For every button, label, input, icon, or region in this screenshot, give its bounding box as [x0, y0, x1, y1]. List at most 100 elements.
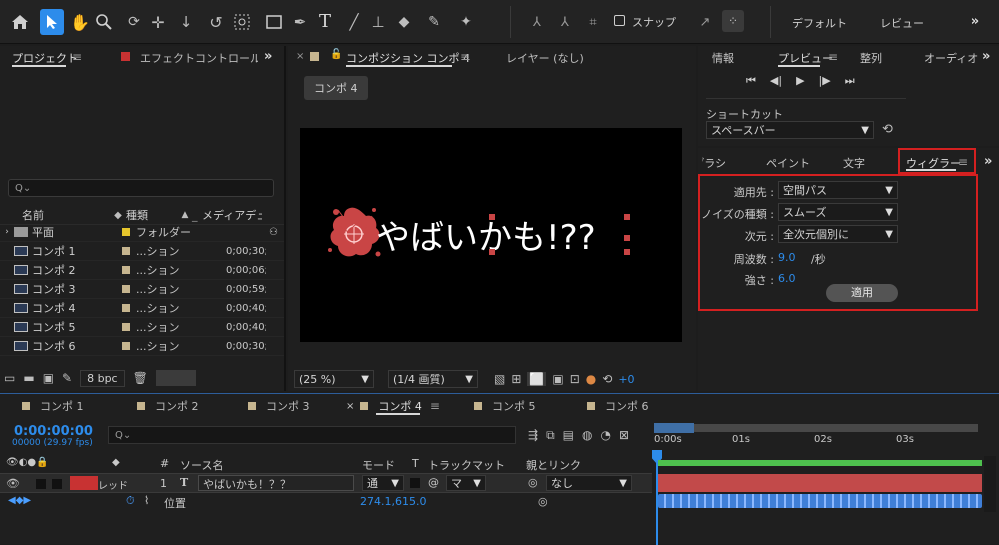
- more-panels-icon[interactable]: »: [982, 49, 990, 64]
- time-ruler[interactable]: 0:00s 01s 02s 03s: [654, 422, 982, 454]
- panel-menu-icon[interactable]: ≡: [72, 50, 82, 64]
- project-search-input[interactable]: Q⌄: [8, 179, 274, 197]
- col-name[interactable]: 名前: [22, 207, 110, 223]
- composition-canvas[interactable]: やばいかも!??: [300, 128, 682, 342]
- project-item[interactable]: コンポ 4 ...ション 0;00;40;: [0, 299, 284, 318]
- canvas-text-layer[interactable]: やばいかも!??: [376, 210, 596, 259]
- project-item[interactable]: コンポ 1 ...ション 0;00;30;: [0, 242, 284, 261]
- shortcut-dropdown[interactable]: スペースバー ▼: [706, 121, 874, 139]
- type-tool-icon[interactable]: T: [314, 10, 336, 32]
- keyframe-nav-icon[interactable]: ◀◆▶: [8, 495, 31, 506]
- world-axis-icon[interactable]: ⅄: [556, 12, 574, 32]
- reset-exposure-icon[interactable]: ⟲: [602, 372, 612, 386]
- mask-path-icon[interactable]: ⬜: [527, 372, 547, 386]
- tab-character[interactable]: 文字: [843, 155, 865, 171]
- snap-checkbox[interactable]: [614, 15, 625, 26]
- anchor-point-tool-icon[interactable]: [232, 12, 252, 32]
- panel-menu-icon[interactable]: ≡: [828, 50, 838, 64]
- text-bbox-handle[interactable]: [624, 249, 630, 255]
- hand-tool-icon[interactable]: ✋: [70, 12, 90, 32]
- reset-shortcut-icon[interactable]: ⟲: [882, 122, 893, 137]
- tab-effect-controls[interactable]: エフェクトコントロール やば: [140, 50, 258, 66]
- parent-col[interactable]: 親とリンク: [526, 457, 581, 473]
- stopwatch-icon[interactable]: ⏱: [126, 494, 135, 508]
- project-item[interactable]: コンポ 6 ...ション 0;00;30;: [0, 337, 284, 356]
- bpc-button[interactable]: 8 bpc: [80, 369, 125, 387]
- first-frame-icon[interactable]: ⏮: [746, 74, 756, 88]
- close-tab-icon[interactable]: ×: [346, 401, 354, 412]
- timeline-tab[interactable]: コンポ 5: [474, 398, 536, 414]
- quality-dropdown[interactable]: (1/4 画質) ▼: [388, 370, 478, 388]
- panel-menu-icon[interactable]: ≡: [430, 399, 440, 413]
- brush-tool-icon[interactable]: ╱: [344, 12, 364, 32]
- frame-blending-icon[interactable]: ◍: [582, 428, 592, 443]
- col-media[interactable]: メディアデュ: [202, 207, 262, 223]
- panel-menu-icon[interactable]: ≡: [460, 50, 470, 64]
- zoom-tool-icon[interactable]: [94, 12, 114, 32]
- layer-track-bar[interactable]: [658, 474, 982, 492]
- interpret-footage-icon[interactable]: ▭: [4, 371, 15, 385]
- exposure-value[interactable]: +0: [618, 373, 634, 386]
- work-area-start[interactable]: [654, 423, 694, 433]
- draft-3d-icon[interactable]: ⧉: [546, 428, 555, 443]
- prev-frame-icon[interactable]: ◀|: [770, 74, 782, 88]
- project-item[interactable]: コンポ 3 ...ション 0;00;59;: [0, 280, 284, 299]
- graph-icon[interactable]: ⌇: [144, 494, 149, 507]
- layer-label-color[interactable]: [70, 476, 98, 490]
- project-item[interactable]: コンポ 5 ...ション 0;00;40;: [0, 318, 284, 337]
- workspace-review[interactable]: レビュー: [880, 15, 924, 31]
- noise-type-dropdown[interactable]: スムーズ ▼: [778, 203, 898, 221]
- frequency-value[interactable]: 9.0: [778, 251, 796, 264]
- new-folder-icon[interactable]: ▬: [23, 371, 34, 385]
- more-panels-icon[interactable]: »: [984, 154, 992, 169]
- shy-layers-icon[interactable]: ▤: [563, 428, 574, 443]
- adjust-icon[interactable]: ✎: [62, 371, 72, 385]
- tab-project[interactable]: プロジェクト: [12, 50, 78, 66]
- eye-icon[interactable]: 👁: [6, 477, 20, 490]
- channel-icon[interactable]: ●: [586, 372, 596, 386]
- current-timecode[interactable]: 0:00:00:00: [14, 424, 93, 439]
- tab-info[interactable]: 情報: [712, 50, 734, 66]
- text-bbox-handle[interactable]: [624, 214, 630, 220]
- snap-option-icon[interactable]: ↗: [696, 12, 714, 32]
- comp-mini-flowchart-icon[interactable]: ⇶: [528, 428, 538, 443]
- expression-pickwhip-icon[interactable]: ◎: [538, 495, 548, 508]
- trackmatte-dropdown[interactable]: マ ▼: [446, 475, 486, 491]
- trackmatte-col[interactable]: トラックマット: [428, 457, 505, 473]
- lock-icon[interactable]: 🔓: [330, 49, 342, 60]
- more-panels-icon[interactable]: »: [264, 49, 272, 64]
- puppet-pin-tool-icon[interactable]: ✦: [456, 12, 476, 32]
- close-tab-icon[interactable]: ×: [296, 51, 304, 62]
- lock-box[interactable]: [52, 479, 62, 489]
- text-bbox-handle[interactable]: [489, 249, 495, 255]
- last-frame-icon[interactable]: ⏭: [845, 74, 855, 88]
- layer-row[interactable]: 👁 レッド 1 T やばいかも！？？ 通 ▼ @ マ ▼ ◎ なし ▼: [0, 473, 652, 493]
- dimension-dropdown[interactable]: 全次元個別に ▼: [778, 225, 898, 243]
- local-axis-icon[interactable]: ⅄: [528, 12, 546, 32]
- text-bbox-handle[interactable]: [489, 214, 495, 220]
- parent-dropdown[interactable]: なし ▼: [546, 475, 632, 491]
- tab-brush[interactable]: ブラシ: [702, 155, 726, 171]
- timeline-search-input[interactable]: Q⌄: [108, 426, 516, 444]
- transparency-grid-icon[interactable]: ⊞: [511, 372, 521, 386]
- pan-camera-icon[interactable]: ✛: [148, 12, 168, 32]
- label-tag-icon[interactable]: ◆: [110, 210, 126, 221]
- more-workspaces-icon[interactable]: »: [966, 12, 984, 30]
- zoom-dropdown[interactable]: (25 %) ▼: [294, 370, 374, 388]
- timeline-tab[interactable]: コンポ 1: [22, 398, 84, 414]
- blend-mode-dropdown[interactable]: 通 ▼: [362, 475, 404, 491]
- dolly-camera-icon[interactable]: ↓: [176, 12, 196, 32]
- clone-stamp-tool-icon[interactable]: ⊥: [368, 12, 388, 32]
- rectangle-tool-icon[interactable]: [264, 12, 284, 32]
- roto-brush-tool-icon[interactable]: ✎: [424, 12, 444, 32]
- apply-button[interactable]: 適用: [826, 284, 898, 302]
- rotate-tool-icon[interactable]: ↺: [206, 12, 226, 32]
- workspace-default[interactable]: デフォルト: [792, 15, 847, 31]
- graph-editor-icon[interactable]: ⊠: [619, 428, 629, 443]
- source-name-col[interactable]: ソース名: [180, 457, 223, 473]
- next-frame-icon[interactable]: |▶: [819, 74, 831, 88]
- motion-blur-icon[interactable]: ◔: [600, 428, 610, 443]
- project-item[interactable]: コンポ 2 ...ション 0;00;06;: [0, 261, 284, 280]
- tab-paint[interactable]: ペイント: [766, 155, 810, 171]
- timeline-tab[interactable]: コンポ 3: [248, 398, 310, 414]
